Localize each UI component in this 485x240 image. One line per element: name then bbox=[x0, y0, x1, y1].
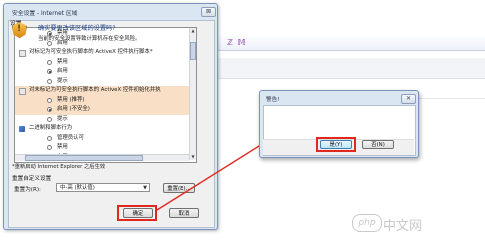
setting-option[interactable]: 禁用 bbox=[15, 143, 196, 153]
restart-note: *重新启动 Internet Explorer 之后生效 bbox=[12, 164, 106, 170]
scroll-up-icon[interactable]: ▲ bbox=[190, 28, 196, 34]
scrollbar-thumb[interactable] bbox=[190, 42, 196, 60]
horizontal-scrollbar-thumb[interactable] bbox=[25, 155, 143, 161]
setting-category: 对未标记为可安全执行脚本的 ActiveX 控件初始化并执 bbox=[15, 86, 196, 96]
settings-list[interactable]: 禁用 启用 对标记为可安全执行脚本的 ActiveX 控件执行脚本* 禁用 启用 提示 对未… bbox=[14, 27, 197, 163]
reset-group-label: 重置自定义设置 bbox=[12, 176, 52, 182]
setting-option[interactable]: 管理员认可 bbox=[15, 134, 196, 144]
reset-level-value: 中-高 (默认值) bbox=[60, 185, 95, 191]
setting-category-label: 对未标记为可安全执行脚本的 ActiveX 控件初始化并执 bbox=[29, 87, 161, 93]
radio-button[interactable] bbox=[47, 59, 52, 65]
setting-option-label: 禁用 bbox=[57, 58, 68, 65]
setting-option-label: 管理员认可 bbox=[57, 134, 84, 141]
setting-option-label: 禁用 bbox=[57, 144, 68, 150]
radio-button[interactable] bbox=[47, 69, 52, 74]
radio-button[interactable] bbox=[47, 135, 52, 141]
chevron-down-icon[interactable]: ▼ bbox=[143, 184, 147, 193]
no-button[interactable]: 否(N) bbox=[362, 140, 394, 149]
reset-to-label: 重置为(R): bbox=[14, 187, 41, 193]
setting-option[interactable]: 禁用 (推荐) bbox=[15, 95, 196, 105]
doc-icon bbox=[19, 50, 26, 57]
setting-option-label: 启用 (不安全) bbox=[57, 106, 90, 112]
doc-icon bbox=[19, 88, 26, 95]
yes-button[interactable]: 是(Y) bbox=[320, 140, 352, 149]
setting-category-label: 二进制和脚本行为 bbox=[29, 125, 73, 131]
radio-button[interactable] bbox=[47, 78, 52, 84]
setting-option[interactable]: 禁用 bbox=[15, 58, 196, 68]
radio-button[interactable] bbox=[47, 97, 52, 103]
warning-heading: 确实要更改该区域的设置吗? bbox=[38, 25, 116, 32]
setting-option-label: 禁用 (推荐) bbox=[57, 96, 85, 103]
setting-category-label: 对标记为可安全执行脚本的 ActiveX 控件执行脚本* bbox=[29, 49, 153, 55]
watermark-text: 中文网 bbox=[383, 219, 423, 234]
scroll-down-icon[interactable]: ▼ bbox=[190, 154, 196, 160]
setting-option[interactable]: 提示 bbox=[15, 77, 196, 87]
setting-option-label: 提示 bbox=[57, 115, 68, 122]
vertical-scrollbar[interactable]: ▲ ▼ bbox=[189, 28, 196, 160]
radio-button[interactable] bbox=[47, 145, 52, 150]
setting-category: 对标记为可安全执行脚本的 ActiveX 控件执行脚本* bbox=[15, 48, 196, 58]
watermark-logo: php bbox=[352, 214, 382, 232]
reset-level-select[interactable]: 中-高 (默认值) ▼ bbox=[56, 183, 150, 192]
setting-option-label: 启用 bbox=[57, 68, 68, 74]
close-icon[interactable]: ⊠ bbox=[201, 7, 216, 17]
warning-message: 当前的安全设置导致计算机存在安全风险。 bbox=[38, 36, 141, 42]
radio-button[interactable] bbox=[47, 116, 52, 122]
close-icon[interactable]: ✕ bbox=[401, 94, 416, 104]
warning-title: 警告! bbox=[266, 97, 280, 103]
setting-category: 二进制和脚本行为 bbox=[15, 124, 196, 134]
shield-icon bbox=[19, 126, 25, 132]
setting-option-label: 提示 bbox=[57, 77, 68, 84]
ok-button[interactable]: 确定 bbox=[123, 208, 153, 218]
setting-option[interactable]: 提示 bbox=[15, 115, 196, 125]
dialog-title: 安全设置 - Internet 区域 bbox=[12, 11, 78, 17]
radio-button[interactable] bbox=[47, 107, 52, 112]
browser-content-band bbox=[205, 58, 485, 79]
horizontal-scrollbar[interactable] bbox=[15, 154, 189, 161]
reset-button[interactable]: 重置(E)... bbox=[163, 183, 195, 193]
cancel-button[interactable]: 取消 bbox=[169, 208, 199, 218]
setting-option[interactable]: 启用 bbox=[15, 67, 196, 77]
toolbar-icons[interactable]: ℤ 𝕄 bbox=[227, 38, 247, 47]
setting-option[interactable]: 启用 (不安全) bbox=[15, 105, 196, 115]
browser-toolbar: ℤ 𝕄 bbox=[205, 36, 485, 51]
